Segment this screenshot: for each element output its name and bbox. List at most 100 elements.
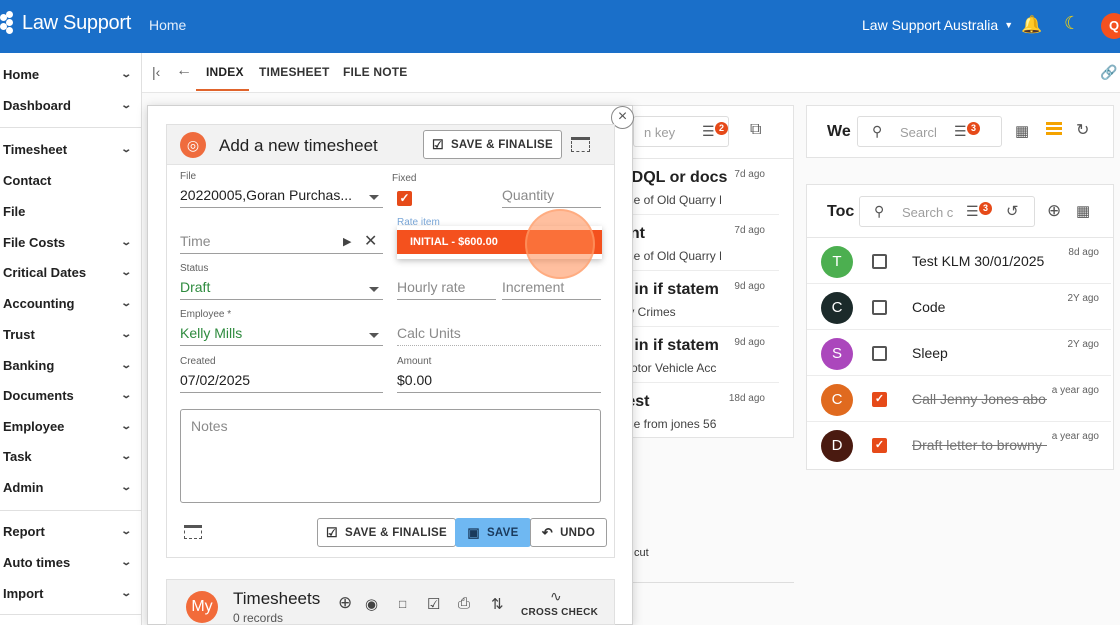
play-icon[interactable]: ▶ <box>343 235 351 248</box>
bell-icon[interactable]: 🔔 <box>1021 15 1042 35</box>
tab-timesheet[interactable]: TIMESHEET <box>259 65 329 79</box>
hourly-rate-input[interactable]: Hourly rate <box>397 279 465 295</box>
field-underline <box>502 207 601 208</box>
todo-checkbox[interactable]: ✓ <box>872 392 887 407</box>
list-item[interactable]: ent ase of Old Quarry E 7d ago <box>621 215 779 271</box>
open-external-icon[interactable]: ⧉ <box>750 121 761 139</box>
filter-icon[interactable]: ☰ <box>954 123 967 140</box>
sidebar-item-employee[interactable]: Employee ⌄ <box>0 411 142 441</box>
eye-icon[interactable]: ◉ <box>365 595 378 613</box>
save-finalise-button[interactable]: ☑ SAVE & FINALISE <box>317 518 456 547</box>
todo-checkbox[interactable] <box>872 346 887 361</box>
list-item[interactable]: s in if statem Motor Vehicle Acc 9d ago <box>621 327 779 383</box>
list-item-time: 18d ago <box>728 393 765 404</box>
todo-checkbox[interactable] <box>872 300 887 315</box>
add-circle-icon[interactable]: ⊕ <box>1047 201 1061 221</box>
todo-item[interactable]: D ✓ Draft letter to browny ... a year ag… <box>807 422 1111 468</box>
employee-select[interactable]: Kelly Mills <box>180 325 242 341</box>
sidebar-item-dashboard[interactable]: Dashboard ⌄ <box>0 90 142 120</box>
todo-item[interactable]: C Code 2Y ago <box>807 284 1111 330</box>
files-search-input[interactable]: n key ☰ 2 <box>633 116 729 147</box>
cross-check-icon: ∿ <box>550 588 562 604</box>
first-page-icon[interactable]: |‹ <box>152 64 160 80</box>
sidebar-item-auto-times[interactable]: Auto times ⌄ <box>0 547 142 577</box>
list-item-time: 7d ago <box>734 169 765 180</box>
moon-icon[interactable]: ☾ <box>1064 13 1080 34</box>
fixed-checkbox[interactable]: ✓ <box>397 191 412 206</box>
quantity-input[interactable]: Quantity <box>502 187 554 203</box>
undo-button[interactable]: ↶ UNDO <box>530 518 607 547</box>
todo-item[interactable]: C ✓ Call Jenny Jones abo... a year ago <box>807 376 1111 422</box>
user-avatar[interactable]: Q <box>1101 13 1120 39</box>
todo-checkbox[interactable] <box>872 254 887 269</box>
top-app-bar: Law Support Home Law Support Australia ▼… <box>0 0 1120 53</box>
organisation-selector[interactable]: Law Support Australia ▼ <box>862 17 1013 33</box>
status-select[interactable]: Draft <box>180 279 210 295</box>
sidebar-item-contact[interactable]: Contact <box>0 165 142 195</box>
link-icon[interactable]: 🔗 <box>1100 64 1117 81</box>
square-icon[interactable]: □ <box>399 597 406 611</box>
button-label: SAVE & FINALISE <box>344 526 448 539</box>
tab-file-note[interactable]: FILE NOTE <box>343 65 407 79</box>
todo-item[interactable]: T Test KLM 30/01/2025 8d ago <box>807 238 1111 284</box>
add-circle-icon[interactable]: ⊕ <box>338 593 352 613</box>
week-search-input[interactable]: ⚲ Searcl ☰ 3 <box>857 116 1002 147</box>
app-logo[interactable]: Law Support <box>0 11 131 35</box>
sidebar-item-critical-dates[interactable]: Critical Dates ⌄ <box>0 257 142 287</box>
expand-icon[interactable] <box>571 137 590 152</box>
cross-check-button[interactable]: CROSS CHECK <box>521 607 598 618</box>
list-item[interactable]: r DQL or docs ase of Old Quarry E 7d ago <box>621 159 779 215</box>
sort-icon[interactable]: ⇅ <box>491 595 504 613</box>
file-select[interactable]: 20220005,Goran Purchas... <box>180 187 352 203</box>
sidebar-item-file[interactable]: File <box>0 196 142 226</box>
save-finalise-button-top[interactable]: ☑ SAVE & FINALISE <box>423 130 562 159</box>
back-arrow-icon[interactable]: ← <box>176 62 192 80</box>
sidebar-item-home[interactable]: Home ⌄ <box>0 59 142 89</box>
sidebar-item-report[interactable]: Report ⌄ <box>0 516 142 546</box>
sidebar-item-banking[interactable]: Banking ⌄ <box>0 350 142 380</box>
search-icon: ⚲ <box>872 123 883 139</box>
notes-textarea[interactable]: Notes <box>180 409 601 503</box>
field-underline <box>180 345 383 346</box>
sidebar-item-label: Dashboard <box>3 97 71 113</box>
chevron-down-icon: ⌄ <box>119 236 132 248</box>
sidebar-item-import[interactable]: Import ⌄ <box>0 578 142 608</box>
todo-search-input[interactable]: ⚲ Search c ☰ 3 ↺ <box>859 196 1035 227</box>
todo-item[interactable]: S Sleep 2Y ago <box>807 330 1111 376</box>
print-icon[interactable]: ⎙ <box>458 595 470 612</box>
tab-index[interactable]: INDEX <box>206 65 244 79</box>
sidebar-item-timesheet[interactable]: Timesheet ⌄ <box>0 134 142 164</box>
logo-text: Law Support <box>22 11 131 34</box>
calendar-icon[interactable]: ▦ <box>1015 122 1029 140</box>
list-view-icon[interactable] <box>1046 122 1062 136</box>
sidebar-item-label: Documents <box>3 387 74 403</box>
created-date-input[interactable]: 07/02/2025 <box>180 372 250 388</box>
amount-input[interactable]: $0.00 <box>397 372 432 388</box>
list-item[interactable]: s in if statem rty Crimes 9d ago <box>621 271 779 327</box>
refresh-icon[interactable]: ↻ <box>1076 120 1089 140</box>
todo-text: Test KLM 30/01/2025 <box>912 253 1045 269</box>
filter-icon[interactable]: ☰ <box>966 203 979 220</box>
sidebar-item-label: Contact <box>3 172 52 188</box>
checkbox-icon[interactable]: ☑ <box>427 595 440 613</box>
list-item[interactable]: test ase from jones 56 18d ago <box>621 383 779 439</box>
increment-input[interactable]: Increment <box>502 279 564 295</box>
sidebar-item-documents[interactable]: Documents ⌄ <box>0 380 142 410</box>
sidebar-item-admin[interactable]: Admin ⌄ <box>0 472 142 502</box>
save-button[interactable]: ▣ SAVE <box>455 518 531 547</box>
logo-icon <box>0 11 18 35</box>
history-icon[interactable]: ↺ <box>1006 202 1019 220</box>
clear-icon[interactable]: ✕ <box>364 231 377 251</box>
form-title: Add a new timesheet <box>219 136 378 155</box>
todo-checkbox[interactable]: ✓ <box>872 438 887 453</box>
calendar-icon[interactable]: ▦ <box>1076 202 1090 220</box>
time-input[interactable]: Time <box>180 233 211 249</box>
sidebar-item-task[interactable]: Task ⌄ <box>0 441 142 471</box>
sidebar-item-accounting[interactable]: Accounting ⌄ <box>0 288 142 318</box>
home-link[interactable]: Home <box>149 17 186 33</box>
sidebar-item-trust[interactable]: Trust ⌄ <box>0 319 142 349</box>
filter-icon[interactable]: ☰ <box>702 123 715 140</box>
chevron-down-icon: ⌄ <box>119 68 132 80</box>
expand-icon[interactable] <box>184 525 202 539</box>
sidebar-item-file-costs[interactable]: File Costs ⌄ <box>0 227 142 257</box>
